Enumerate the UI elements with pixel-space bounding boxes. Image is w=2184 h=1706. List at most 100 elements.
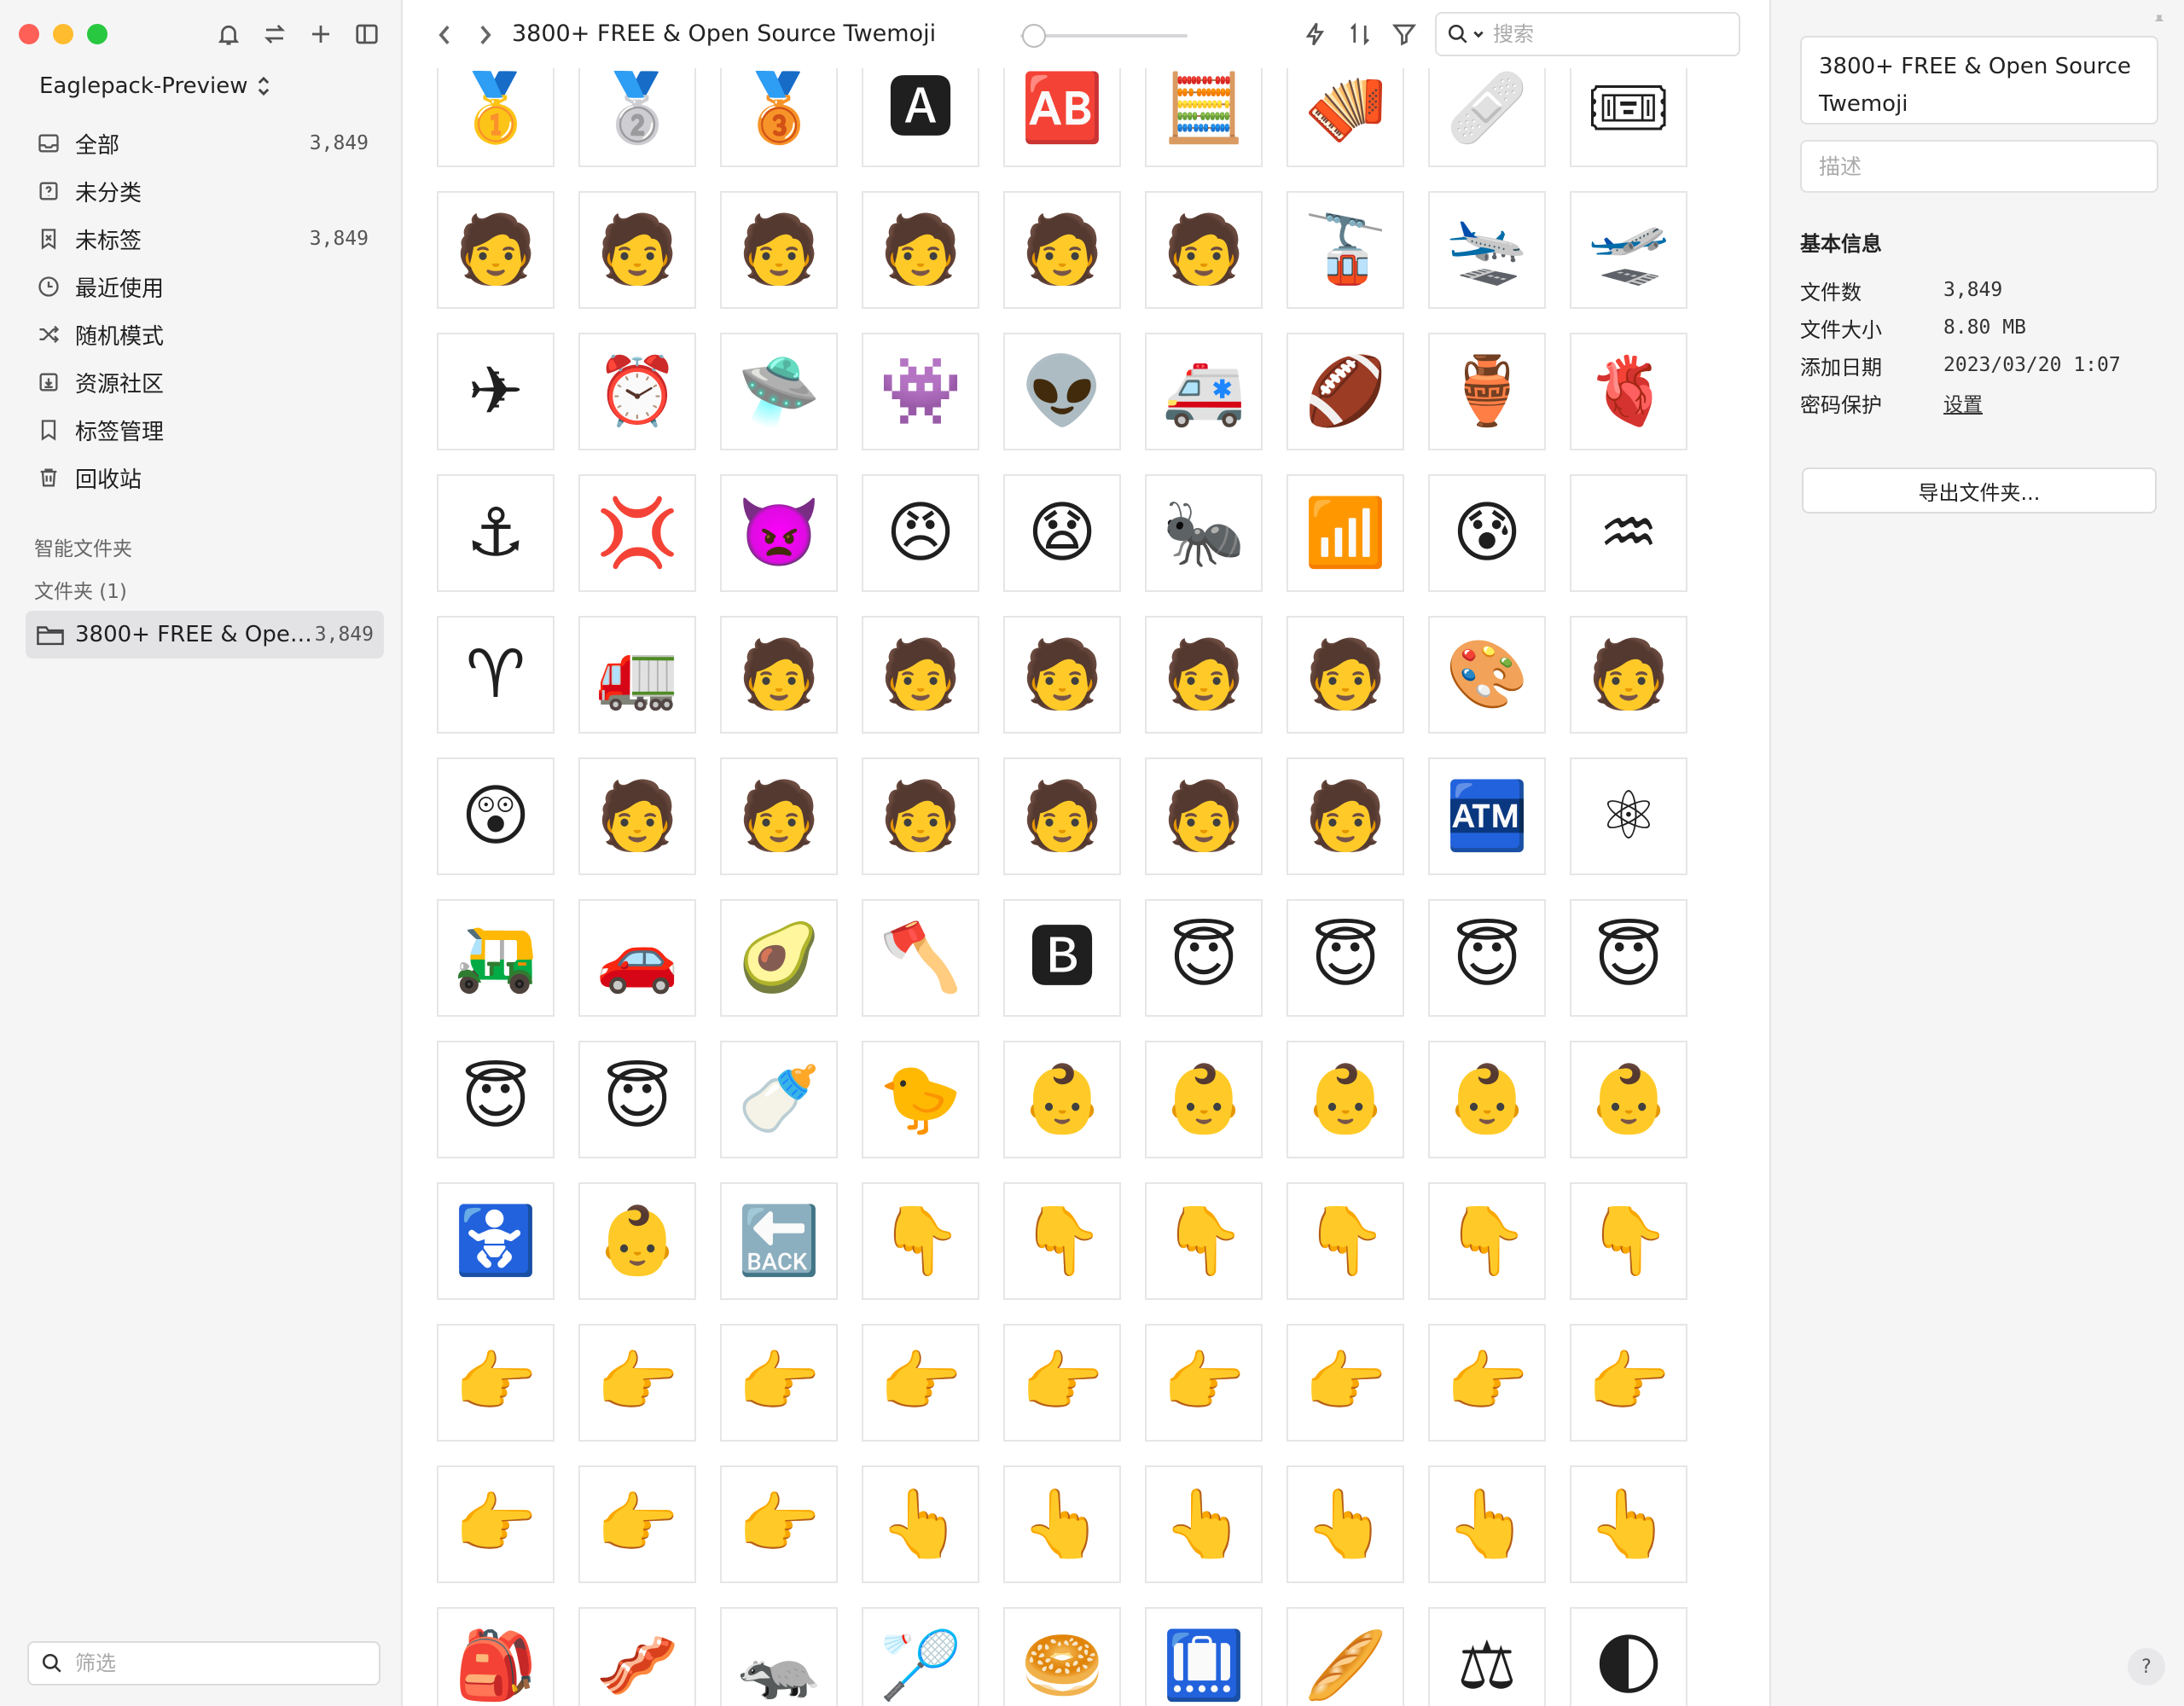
emoji-tile[interactable]: 📶 bbox=[1287, 474, 1404, 592]
emoji-tile[interactable]: 🧑 bbox=[720, 757, 838, 875]
emoji-tile[interactable]: 🫀 bbox=[1570, 333, 1687, 450]
emoji-tile[interactable]: 👉 bbox=[1428, 1324, 1546, 1442]
emoji-tile[interactable]: 🥖 bbox=[1287, 1607, 1404, 1706]
emoji-tile[interactable]: 👇 bbox=[1145, 1182, 1263, 1300]
emoji-tile[interactable]: 🥯 bbox=[1003, 1607, 1121, 1706]
emoji-tile[interactable]: 🥓 bbox=[578, 1607, 696, 1706]
emoji-tile[interactable]: 👉 bbox=[578, 1465, 696, 1583]
emoji-tile[interactable]: 😰 bbox=[1428, 474, 1546, 592]
emoji-tile[interactable]: 👶 bbox=[1003, 1041, 1121, 1158]
emoji-tile[interactable]: 🐜 bbox=[1145, 474, 1263, 592]
export-folder-button[interactable]: 导出文件夹... bbox=[1802, 467, 2157, 514]
emoji-tile[interactable]: 👶 bbox=[578, 1182, 696, 1300]
description-input[interactable] bbox=[1819, 154, 2140, 179]
emoji-tile[interactable]: 🧑 bbox=[1003, 616, 1121, 734]
emoji-tile[interactable]: 🏸 bbox=[862, 1607, 979, 1706]
emoji-tile[interactable]: 🎨 bbox=[1428, 616, 1546, 734]
emoji-tile[interactable]: 🅱 bbox=[1003, 899, 1121, 1017]
sidebar-item-uncategorized[interactable]: 未分类 bbox=[26, 167, 380, 215]
emoji-tile[interactable]: 🔙 bbox=[720, 1182, 838, 1300]
emoji-tile[interactable]: 🪓 bbox=[862, 899, 979, 1017]
sidebar-item-random[interactable]: 随机模式 bbox=[26, 310, 380, 358]
emoji-tile[interactable]: 🌓 bbox=[1570, 1607, 1687, 1706]
chevron-down-icon[interactable] bbox=[1472, 28, 1484, 40]
emoji-tile[interactable]: 👆 bbox=[1570, 1465, 1687, 1583]
sidebar-item-community[interactable]: 资源社区 bbox=[26, 358, 380, 406]
sidebar-folder-twemoji[interactable]: 3800+ FREE & Open Source Twemoji 3,849 bbox=[26, 611, 384, 659]
folders-heading[interactable]: 文件夹 (1) bbox=[34, 575, 127, 604]
emoji-tile[interactable]: 🚡 bbox=[1287, 191, 1404, 309]
minimize-window-button[interactable] bbox=[53, 24, 73, 44]
emoji-tile[interactable]: 😲 bbox=[437, 757, 555, 875]
emoji-tile[interactable]: 👆 bbox=[1145, 1465, 1263, 1583]
emoji-tile[interactable]: 👉 bbox=[1287, 1324, 1404, 1442]
emoji-tile[interactable]: ♈ bbox=[437, 616, 555, 734]
emoji-tile[interactable]: 👆 bbox=[862, 1465, 979, 1583]
emoji-tile[interactable]: 🚗 bbox=[578, 899, 696, 1017]
emoji-tile[interactable]: 🧑 bbox=[1570, 616, 1687, 734]
emoji-tile[interactable]: 👇 bbox=[1570, 1182, 1687, 1300]
emoji-tile[interactable]: 👇 bbox=[1287, 1182, 1404, 1300]
emoji-tile[interactable]: 🛬 bbox=[1428, 191, 1546, 309]
emoji-tile[interactable]: 👉 bbox=[437, 1465, 555, 1583]
emoji-tile[interactable]: 🧑 bbox=[1003, 757, 1121, 875]
grid-viewport[interactable]: 🥇 🥈 🥉 🅰 🆎 🧮 🪗 🩹 🎟 🧑 🧑 🧑 🧑 🧑 🧑 🚡 🛬 🛫 ✈ ⏰ 🛸 👾 👽 🚑 🏈 🏺 🫀 ⚓ 💢 👿 😠 😧 🐜 📶 😰 ♒ ♈ 🚛 🧑 🧑… bbox=[404, 0, 1769, 1706]
emoji-tile[interactable]: 🧑 bbox=[720, 191, 838, 309]
emoji-tile[interactable]: 🐤 bbox=[862, 1041, 979, 1158]
emoji-tile[interactable]: 👉 bbox=[862, 1324, 979, 1442]
emoji-tile[interactable]: 😧 bbox=[1003, 474, 1121, 592]
emoji-tile[interactable]: 🧑 bbox=[1145, 616, 1263, 734]
filter-button[interactable] bbox=[1389, 19, 1420, 49]
emoji-tile[interactable]: 👆 bbox=[1287, 1465, 1404, 1583]
emoji-tile[interactable]: 😇 bbox=[437, 1041, 555, 1158]
emoji-tile[interactable]: 😇 bbox=[578, 1041, 696, 1158]
emoji-tile[interactable]: ⚖ bbox=[1428, 1607, 1546, 1706]
emoji-tile[interactable]: 👉 bbox=[437, 1324, 555, 1442]
emoji-tile[interactable]: 🧑 bbox=[862, 616, 979, 734]
emoji-tile[interactable]: 👇 bbox=[862, 1182, 979, 1300]
emoji-tile[interactable]: 🧑 bbox=[578, 757, 696, 875]
emoji-tile[interactable]: 👶 bbox=[1570, 1041, 1687, 1158]
emoji-tile[interactable]: 👇 bbox=[1428, 1182, 1546, 1300]
zoom-window-button[interactable] bbox=[87, 24, 107, 44]
smart-folders-heading[interactable]: 智能文件夹 bbox=[34, 532, 132, 561]
emoji-tile[interactable]: ⚛ bbox=[1570, 757, 1687, 875]
emoji-tile[interactable]: 🧑 bbox=[1145, 191, 1263, 309]
emoji-tile[interactable]: 🛄 bbox=[1145, 1607, 1263, 1706]
search-input[interactable] bbox=[1493, 22, 1715, 46]
emoji-tile[interactable]: 👉 bbox=[720, 1465, 838, 1583]
emoji-tile[interactable]: 🛫 bbox=[1570, 191, 1687, 309]
emoji-tile[interactable]: ✈ bbox=[437, 333, 555, 450]
forward-button[interactable] bbox=[471, 20, 500, 49]
emoji-tile[interactable]: 👶 bbox=[1287, 1041, 1404, 1158]
emoji-tile[interactable]: 👶 bbox=[1145, 1041, 1263, 1158]
library-switcher[interactable]: Eaglepack-Preview bbox=[39, 73, 271, 99]
emoji-tile[interactable]: 🦡 bbox=[720, 1607, 838, 1706]
emoji-tile[interactable]: 🏧 bbox=[1428, 757, 1546, 875]
emoji-tile[interactable]: 🛸 bbox=[720, 333, 838, 450]
emoji-tile[interactable]: 🥑 bbox=[720, 899, 838, 1017]
sidebar-item-trash[interactable]: 回收站 bbox=[26, 454, 380, 502]
emoji-tile[interactable]: 🏈 bbox=[1287, 333, 1404, 450]
emoji-tile[interactable]: 🏺 bbox=[1428, 333, 1546, 450]
emoji-tile[interactable]: 👿 bbox=[720, 474, 838, 592]
sidebar-item-recent[interactable]: 最近使用 bbox=[26, 263, 380, 310]
emoji-tile[interactable]: 😠 bbox=[862, 474, 979, 592]
emoji-tile[interactable]: 😇 bbox=[1428, 899, 1546, 1017]
sync-button[interactable] bbox=[259, 19, 290, 49]
zoom-slider-thumb[interactable] bbox=[1021, 24, 1046, 48]
emoji-tile[interactable]: 🧑 bbox=[862, 757, 979, 875]
back-button[interactable] bbox=[430, 20, 459, 49]
emoji-tile[interactable]: 🧑 bbox=[1145, 757, 1263, 875]
password-settings-link[interactable]: 设置 bbox=[1943, 388, 1983, 417]
notification-button[interactable] bbox=[213, 19, 244, 49]
emoji-tile[interactable]: 👉 bbox=[1570, 1324, 1687, 1442]
emoji-tile[interactable]: 😇 bbox=[1570, 899, 1687, 1017]
folder-name-field[interactable]: 3800+ FREE & Open Source Twemoji bbox=[1800, 36, 2158, 125]
emoji-tile[interactable]: ⚓ bbox=[437, 474, 555, 592]
emoji-tile[interactable]: 👆 bbox=[1428, 1465, 1546, 1583]
emoji-tile[interactable]: 🧑 bbox=[1287, 757, 1404, 875]
filter-input[interactable] bbox=[75, 1651, 365, 1675]
emoji-tile[interactable]: 🧑 bbox=[720, 616, 838, 734]
sidebar-item-all[interactable]: 全部 3,849 bbox=[26, 119, 380, 167]
